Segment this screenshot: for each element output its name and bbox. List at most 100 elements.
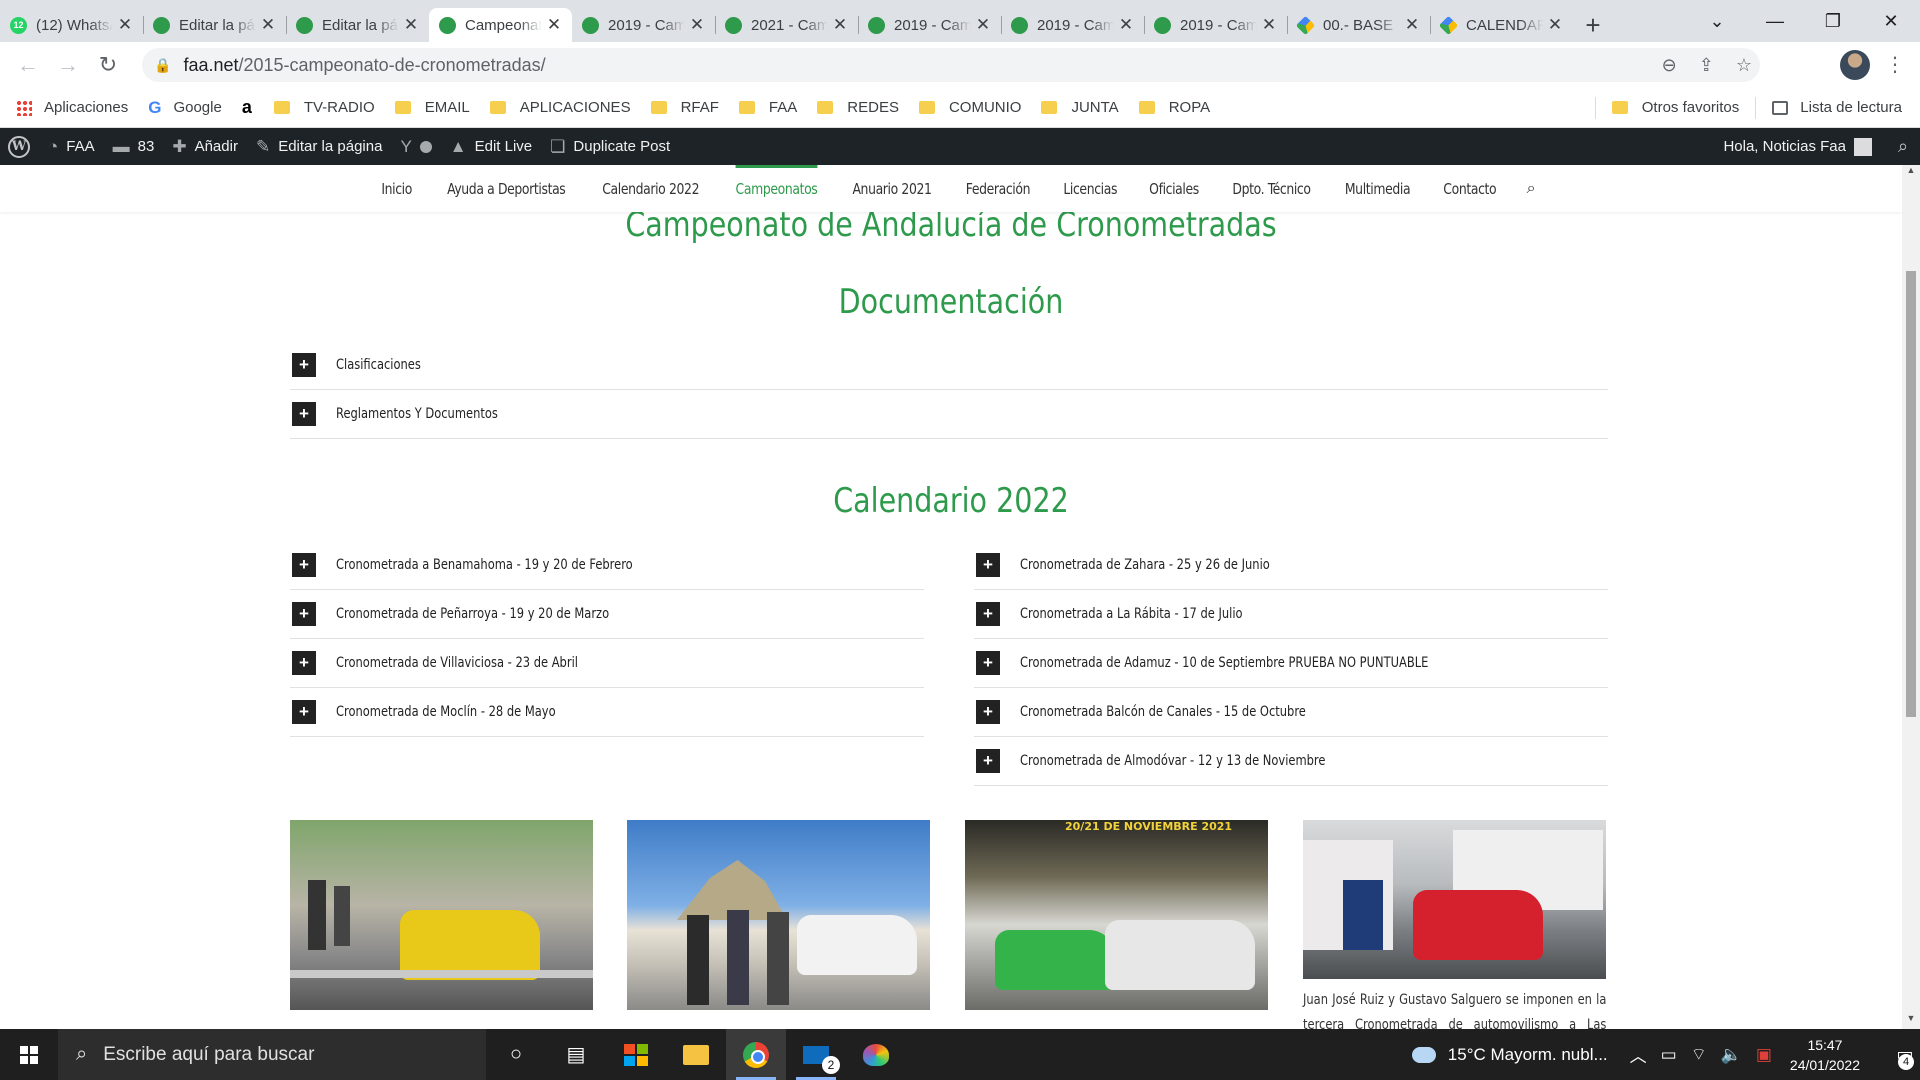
star-icon[interactable]: ☆ <box>1736 55 1752 76</box>
chevron-up-icon[interactable]: ︿ <box>1630 1042 1647 1067</box>
address-bar[interactable]: 🔒 faa.net/2015-campeonato-de-cronometrad… <box>142 48 1760 82</box>
task-view-button[interactable]: ▤ <box>546 1029 606 1080</box>
cortana-button[interactable]: ○ <box>486 1029 546 1080</box>
taskbar-search[interactable]: ⌕ Escribe aquí para buscar <box>58 1029 486 1080</box>
browser-tab-active[interactable]: Campeonato✕ <box>429 8 572 42</box>
accordion-item[interactable]: + Cronometrada de Almodóvar - 12 y 13 de … <box>974 737 1608 786</box>
plus-icon[interactable]: + <box>292 651 316 675</box>
close-icon[interactable]: ✕ <box>832 15 848 35</box>
zoom-icon[interactable]: ⊖ <box>1662 55 1677 76</box>
plus-icon[interactable]: + <box>976 553 1000 577</box>
close-window-icon[interactable]: ✕ <box>1862 0 1920 42</box>
search-icon[interactable]: ⌕ <box>1527 180 1536 198</box>
reload-icon[interactable]: ↻ <box>88 52 128 78</box>
notification-button[interactable]: ▭ 4 <box>1876 1029 1920 1080</box>
nav-link[interactable]: Licencias <box>1063 165 1117 212</box>
news-card[interactable]: 20/21 DE NOVIEMBRE 2021 <box>965 820 1268 1010</box>
new-tab-button[interactable]: + <box>1573 8 1613 42</box>
bookmark-other-favorites[interactable]: Otros favoritos <box>1611 99 1739 116</box>
nav-link[interactable]: Anuario 2021 <box>852 165 931 212</box>
bookmark-folder[interactable]: JUNTA <box>1041 99 1119 116</box>
close-icon[interactable]: ✕ <box>117 15 133 35</box>
bookmark-folder[interactable]: TV-RADIO <box>273 99 375 116</box>
menu-icon[interactable]: ⋮ <box>1885 52 1905 78</box>
avatar[interactable] <box>1854 137 1872 156</box>
nav-link[interactable]: Contacto <box>1443 165 1496 212</box>
nav-link[interactable]: Calendario 2022 <box>603 165 700 212</box>
browser-tab[interactable]: 2021 - Campeonato✕ <box>715 8 858 42</box>
search-icon[interactable]: ⌕ <box>1886 136 1920 157</box>
chrome-button[interactable] <box>726 1029 786 1080</box>
nav-link-active[interactable]: Campeonatos <box>735 165 817 212</box>
scroll-up-icon[interactable]: ▲ <box>1902 165 1920 181</box>
wp-edit-live[interactable]: ▲ Edit Live <box>450 137 532 157</box>
wp-duplicate-post[interactable]: ❏ Duplicate Post <box>550 137 670 157</box>
paint-button[interactable] <box>846 1029 906 1080</box>
wp-site-link[interactable]: ◔ FAA <box>48 137 95 157</box>
plus-icon[interactable]: + <box>976 602 1000 626</box>
accordion-item[interactable]: + Cronometrada Balcón de Canales - 15 de … <box>974 688 1608 737</box>
browser-tab[interactable]: Editar la página✕ <box>143 8 286 42</box>
wp-edit-page[interactable]: ✎ Editar la página <box>256 137 383 157</box>
scrollbar[interactable]: ▲ ▼ <box>1902 165 1920 1029</box>
maximize-icon[interactable]: ❐ <box>1804 0 1862 42</box>
bookmark-folder[interactable]: RFAF <box>650 99 719 116</box>
reading-list-button[interactable]: Lista de lectura <box>1772 99 1902 116</box>
browser-tab[interactable]: 00.- BASE ✕ <box>1287 8 1430 42</box>
bookmark-folder[interactable]: ROPA <box>1138 99 1210 116</box>
close-icon[interactable]: ✕ <box>1261 15 1277 35</box>
bookmark-folder[interactable]: COMUNIO <box>918 99 1021 116</box>
browser-tab[interactable]: 2019 - Campeonato✕ <box>1144 8 1287 42</box>
start-button[interactable] <box>0 1029 58 1080</box>
close-icon[interactable]: ✕ <box>975 15 991 35</box>
accordion-item[interactable]: + Cronometrada a Benamahoma - 19 y 20 de … <box>290 541 924 590</box>
news-card[interactable]: Juan José Ruiz y Gustavo Salguero se imp… <box>1303 820 1606 1029</box>
wifi-icon[interactable]: ⌔ <box>1691 1044 1707 1065</box>
browser-tab[interactable]: Editar la página✕ <box>286 8 429 42</box>
accordion-item[interactable]: + Cronometrada de Moclín - 28 de Mayo <box>290 688 924 737</box>
browser-tab[interactable]: 2019 - Campeonato✕ <box>1001 8 1144 42</box>
accordion-item[interactable]: + Clasificaciones <box>290 341 1608 390</box>
rally-car-red-photo[interactable] <box>1303 820 1606 979</box>
wp-menu[interactable]: W <box>8 135 30 158</box>
battery-icon[interactable]: ▭ <box>1661 1045 1677 1065</box>
accordion-item[interactable]: + Cronometrada de Villaviciosa - 23 de Ab… <box>290 639 924 688</box>
news-card[interactable] <box>290 820 593 1010</box>
file-explorer-button[interactable] <box>666 1029 726 1080</box>
bookmark-apps[interactable]: Aplicaciones <box>16 99 128 116</box>
nav-link[interactable]: Ayuda a Deportistas <box>447 165 566 212</box>
wp-add-new[interactable]: ✚ Añadir <box>172 137 238 157</box>
wp-yoast[interactable]: Y <box>400 137 432 157</box>
plus-icon[interactable]: + <box>292 353 316 377</box>
nav-link[interactable]: Multimedia <box>1345 165 1411 212</box>
weather-icon[interactable] <box>1411 1046 1436 1063</box>
plus-icon[interactable]: + <box>292 700 316 724</box>
bookmark-amazon[interactable]: a <box>242 97 254 118</box>
close-icon[interactable]: ✕ <box>546 15 562 35</box>
volume-icon[interactable]: 🔈 <box>1721 1045 1742 1065</box>
minimize-icon[interactable]: — <box>1746 0 1804 42</box>
close-icon[interactable]: ✕ <box>1547 15 1563 35</box>
rally-car-yellow-photo[interactable] <box>290 820 593 1010</box>
browser-tab[interactable]: 2019 - Campeonato✕ <box>572 8 715 42</box>
plus-icon[interactable]: + <box>292 402 316 426</box>
mail-button[interactable]: 2 <box>786 1029 846 1080</box>
tab-search-icon[interactable]: ⌄ <box>1688 0 1746 42</box>
clock[interactable]: 15:47 24/01/2022 <box>1790 1035 1860 1075</box>
plus-icon[interactable]: + <box>976 700 1000 724</box>
antivirus-icon[interactable]: ▣ <box>1756 1045 1772 1065</box>
lock-icon[interactable]: 🔒 <box>154 57 171 74</box>
close-icon[interactable]: ✕ <box>260 15 276 35</box>
browser-tab[interactable]: CALENDARIO✕ <box>1430 8 1573 42</box>
browser-tab[interactable]: 2019 - Campeonato✕ <box>858 8 1001 42</box>
scrollbar-thumb[interactable] <box>1906 271 1916 717</box>
browser-tab[interactable]: 12 (12) WhatsApp✕ <box>0 8 143 42</box>
store-button[interactable] <box>606 1029 666 1080</box>
bookmark-folder[interactable]: EMAIL <box>394 99 470 116</box>
forward-icon[interactable]: → <box>48 52 88 78</box>
close-icon[interactable]: ✕ <box>689 15 705 35</box>
presentation-photo[interactable] <box>627 820 930 1010</box>
accordion-item[interactable]: + Reglamentos Y Documentos <box>290 390 1608 439</box>
nav-link[interactable]: Federación <box>965 165 1030 212</box>
plus-icon[interactable]: + <box>292 553 316 577</box>
